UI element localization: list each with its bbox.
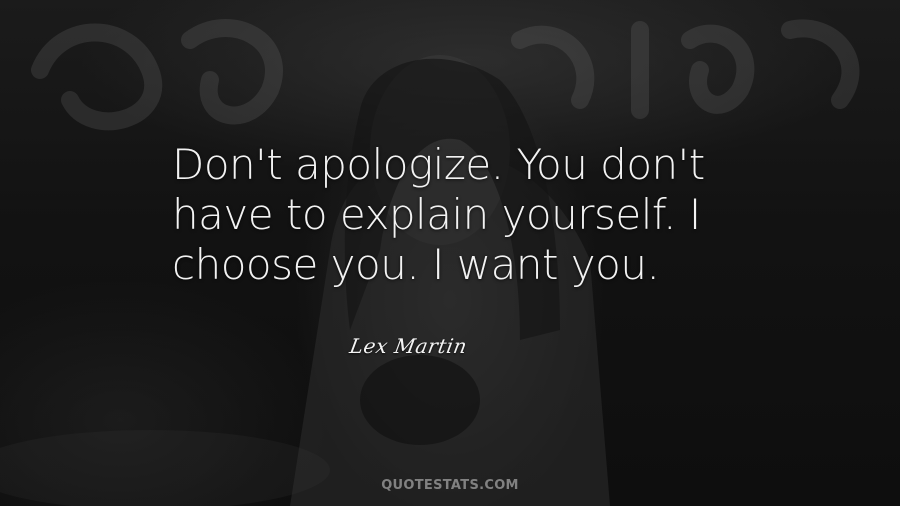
quote-text: Don't apologize. You don't have to expla… bbox=[172, 140, 772, 290]
site-watermark: QUOTESTATS.COM bbox=[381, 478, 519, 493]
quote-image: Don't apologize. You don't have to expla… bbox=[0, 0, 900, 506]
quote-line: have to explain yourself. I bbox=[172, 190, 701, 239]
quote-author: Lex Martin bbox=[347, 334, 470, 358]
quote-line: Don't apologize. You don't bbox=[172, 140, 705, 189]
quote-line: choose you. I want you. bbox=[172, 240, 660, 289]
